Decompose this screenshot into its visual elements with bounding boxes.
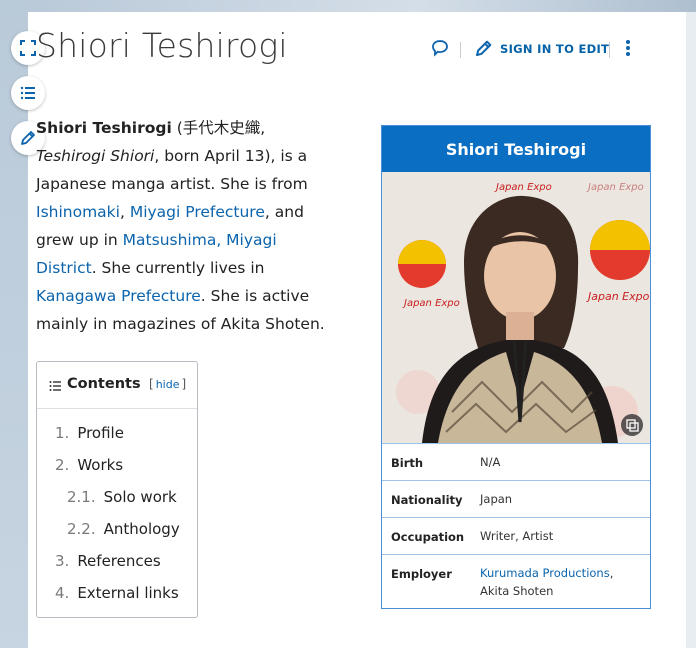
infobox-title: Shiori Teshirogi: [382, 126, 650, 172]
toc-number: 4.: [55, 584, 70, 602]
toc-number: 2.: [55, 456, 70, 474]
infobox-value: Kurumada Productions,: [480, 564, 613, 582]
bracket: [: [149, 377, 154, 391]
toc-toggle-button[interactable]: [11, 76, 45, 110]
infobox-photo[interactable]: Japan Expo Japan Expo Japan Expo Japan E…: [382, 172, 650, 443]
toc-label: Anthology: [103, 520, 180, 538]
toc-number: 1.: [55, 424, 70, 442]
sign-in-edit-label[interactable]: SIGN IN TO EDIT: [500, 42, 609, 56]
toc-item-solo-work[interactable]: 2.1. Solo work: [67, 488, 177, 506]
expo-logo: Japan Expo: [494, 182, 552, 193]
infobox-label: Birth: [391, 456, 424, 470]
svg-text:Japan Expo: Japan Expo: [402, 298, 460, 309]
romanized-name: Teshirogi Shiori: [36, 147, 155, 165]
toc-title: Contents: [67, 376, 141, 392]
toc-header: Contents [hide]: [49, 376, 189, 396]
toc-item-references[interactable]: 3. References: [55, 552, 161, 570]
speech-bubble-icon: [432, 40, 448, 57]
window-top-strip: [0, 0, 696, 12]
link-miyagi-prefecture[interactable]: Miyagi Prefecture: [130, 203, 265, 221]
infobox-value: Writer, Artist: [480, 529, 554, 543]
list-icon: [49, 381, 61, 391]
infobox: Shiori Teshirogi Japan Expo Japan Expo J…: [381, 125, 651, 609]
svg-text:Japan Expo: Japan Expo: [494, 182, 552, 193]
toc-item-external-links[interactable]: 4. External links: [55, 584, 179, 602]
svg-text:Japan Expo: Japan Expo: [586, 290, 650, 303]
lead-text: . She currently lives in: [91, 259, 265, 277]
expand-icon: [20, 40, 36, 56]
kebab-menu-icon: [626, 40, 630, 56]
more-menu-button[interactable]: [622, 38, 634, 62]
toc-label: References: [77, 552, 161, 570]
pencil-icon: [476, 40, 492, 56]
toc-number: 2.1.: [67, 488, 96, 506]
infobox-label: Nationality: [391, 493, 463, 507]
toc-label: External links: [77, 584, 179, 602]
comma: ,: [609, 566, 614, 580]
sign-in-edit-button[interactable]: [474, 38, 494, 62]
svg-text:Japan Expo: Japan Expo: [586, 182, 644, 193]
infobox-value: Japan: [480, 492, 513, 506]
link-kanagawa-prefecture[interactable]: Kanagawa Prefecture: [36, 287, 201, 305]
toc-number: 2.2.: [67, 520, 96, 538]
infobox-row-occupation: Occupation Writer, Artist: [382, 517, 650, 554]
toc-item-works[interactable]: 2. Works: [55, 456, 123, 474]
right-gutter: [686, 12, 696, 648]
infobox-row-birth: Birth N/A: [382, 443, 650, 480]
toc-item-profile[interactable]: 1. Profile: [55, 424, 124, 442]
lead-text: (手代木史織,: [171, 119, 266, 137]
toc-label: Solo work: [103, 488, 177, 506]
list-icon: [20, 86, 35, 100]
link-kurumada-productions[interactable]: Kurumada Productions: [480, 566, 610, 580]
link-ishinomaki[interactable]: Ishinomaki: [36, 203, 120, 221]
infobox-value: N/A: [480, 455, 501, 469]
action-divider: [609, 42, 610, 58]
toc-hide-control: [hide]: [149, 377, 186, 391]
page-title: Shiori Teshirogi: [36, 26, 288, 65]
toc-label: Profile: [77, 424, 124, 442]
toc-number: 3.: [55, 552, 70, 570]
portrait-image: Japan Expo Japan Expo Japan Expo Japan E…: [382, 172, 650, 443]
lead-text: ,: [119, 203, 130, 221]
toc-label: Works: [77, 456, 124, 474]
pencil-icon: [21, 131, 35, 145]
toc-divider: [37, 408, 197, 409]
infobox-label: Employer: [391, 567, 452, 581]
action-divider: [460, 42, 461, 58]
infobox-row-employer: Employer Kurumada Productions, Akita Sho…: [382, 554, 650, 608]
expo-logo: Japan Expo: [586, 182, 644, 193]
infobox-value-line2: Akita Shoten: [480, 584, 554, 598]
image-expand-icon: [621, 414, 643, 436]
lead-paragraph: Shiori Teshirogi (手代木史織, Teshirogi Shior…: [36, 114, 336, 338]
talk-button[interactable]: [430, 38, 450, 62]
infobox-label: Occupation: [391, 530, 465, 544]
subject-name: Shiori Teshirogi: [36, 119, 172, 137]
bracket: ]: [181, 377, 187, 391]
toc-item-anthology[interactable]: 2.2. Anthology: [67, 520, 180, 538]
infobox-row-nationality: Nationality Japan: [382, 480, 650, 517]
toc-hide-link[interactable]: hide: [156, 378, 180, 391]
table-of-contents: Contents [hide] 1. Profile 2. Works 2.1. So…: [36, 361, 198, 618]
